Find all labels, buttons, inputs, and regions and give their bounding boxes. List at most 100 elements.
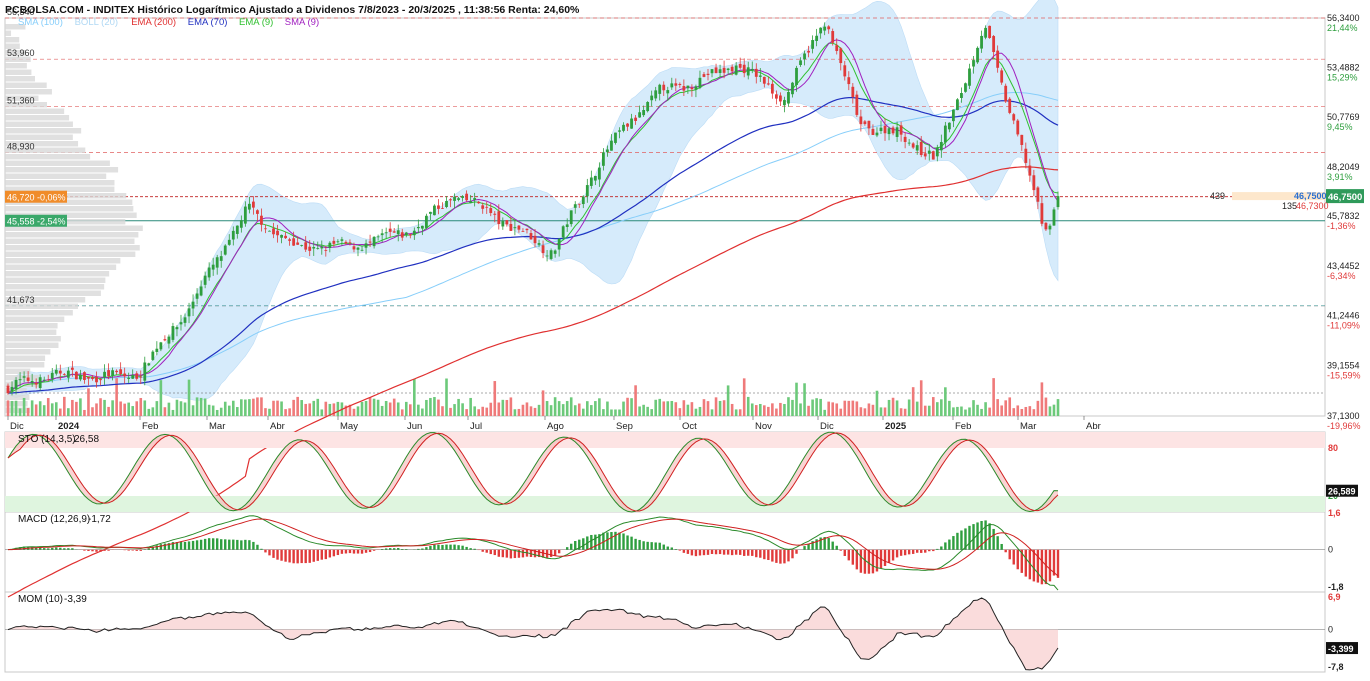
macd-histogram-bar: [655, 542, 657, 549]
volume-bar: [176, 400, 179, 416]
volume-bar: [506, 400, 509, 416]
macd-histogram-bar: [325, 550, 327, 559]
mom-level-label: -7,8: [1328, 662, 1344, 672]
volume-bar: [606, 402, 609, 416]
candle-body: [779, 96, 782, 102]
volume-bar: [602, 409, 605, 416]
macd-histogram-bar: [779, 550, 781, 564]
candle-body: [960, 93, 963, 98]
volume-bar: [679, 408, 682, 416]
volume-bar: [856, 401, 859, 416]
macd-title: MACD (12,26,9): [18, 514, 90, 525]
candle-body: [212, 265, 215, 270]
candle-body: [880, 128, 883, 131]
volume-bar: [91, 407, 94, 416]
candle-body: [35, 383, 38, 385]
volume-bar: [15, 401, 18, 416]
candle-body: [401, 232, 404, 237]
volume-bar: [473, 406, 476, 416]
volume-bar: [518, 409, 521, 416]
candle-body: [662, 85, 665, 91]
macd-histogram-bar: [148, 548, 150, 549]
macd-histogram-bar: [695, 550, 697, 556]
candle-body: [638, 112, 641, 117]
candle-body: [485, 207, 488, 208]
macd-histogram-bar: [445, 545, 447, 550]
candle-body: [268, 231, 271, 232]
candle-body: [513, 227, 516, 228]
candle-body: [691, 88, 694, 89]
macd-histogram-bar: [723, 550, 725, 555]
candle-body: [900, 125, 903, 134]
volume-bar: [156, 401, 159, 416]
candle-body: [43, 380, 46, 381]
macd-histogram-bar: [727, 550, 729, 555]
volume-profile-bar: [5, 356, 45, 362]
macd-histogram-bar: [960, 530, 962, 549]
volume-bar: [1020, 409, 1023, 416]
y-pct-label: -1,36%: [1327, 221, 1356, 231]
macd-histogram-bar: [156, 545, 158, 549]
macd-histogram-bar: [313, 550, 315, 562]
y-pct-label: 3,91%: [1327, 172, 1353, 182]
y-pct-label: -15,59%: [1327, 370, 1361, 380]
macd-histogram-bar: [920, 550, 922, 553]
macd-histogram-bar: [582, 538, 584, 549]
macd-histogram-bar: [417, 549, 419, 550]
volume-bar: [11, 401, 14, 416]
candle-body: [280, 235, 283, 238]
volume-profile-bar: [5, 128, 81, 134]
macd-histogram-bar: [1025, 550, 1027, 577]
x-tick-label: Ago: [547, 421, 564, 432]
macd-histogram-bar: [868, 550, 870, 574]
macd-histogram-bar: [622, 533, 624, 549]
volume-profile-bar: [5, 206, 133, 212]
volume-bar: [127, 403, 130, 416]
macd-histogram-bar: [429, 546, 431, 550]
volume-bar: [558, 401, 561, 416]
volume-bar: [1037, 401, 1040, 416]
candle-body: [980, 36, 983, 49]
macd-histogram-bar: [795, 550, 797, 554]
y-pct-label: 21,44%: [1327, 23, 1358, 33]
volume-profile-bar: [5, 161, 110, 167]
macd-level-label: -1,8: [1328, 582, 1344, 592]
macd-histogram-bar: [1005, 550, 1007, 553]
macd-histogram-bar: [1049, 550, 1051, 582]
mom-level-label: 0: [1328, 625, 1333, 635]
macd-histogram-bar: [305, 550, 307, 563]
volume-bar: [224, 402, 227, 416]
volume-profile-bar: [5, 271, 109, 277]
volume-bar: [272, 401, 275, 416]
macd-histogram-bar: [988, 523, 990, 549]
volume-bar: [598, 398, 601, 416]
volume-bar: [968, 407, 971, 416]
volume-bar: [819, 399, 822, 416]
volume-bar: [43, 405, 46, 416]
volume-bar: [880, 407, 883, 416]
volume-profile-bar: [5, 310, 73, 316]
macd-histogram-bar: [699, 550, 701, 556]
candle-body: [163, 339, 166, 340]
volume-bar: [642, 405, 645, 416]
candle-body: [79, 375, 82, 379]
macd-histogram-bar: [268, 550, 270, 556]
volume-profile-bar: [5, 362, 44, 368]
macd-histogram-bar: [900, 550, 902, 556]
candle-body: [558, 239, 561, 250]
volume-bar: [924, 406, 927, 416]
candle-body: [155, 349, 158, 352]
volume-bar: [7, 400, 10, 416]
macd-histogram-bar: [236, 540, 238, 550]
candle-body: [83, 372, 86, 380]
volume-bar: [542, 390, 545, 416]
volume-bar: [59, 409, 62, 416]
candle-body: [1008, 99, 1011, 113]
volume-bar: [208, 405, 211, 416]
volume-bar: [31, 400, 34, 416]
volume-bar: [1025, 407, 1028, 416]
macd-histogram-bar: [473, 549, 475, 550]
candle-body: [912, 143, 915, 147]
volume-profile-bar: [5, 154, 90, 160]
volume-bar: [489, 403, 492, 416]
